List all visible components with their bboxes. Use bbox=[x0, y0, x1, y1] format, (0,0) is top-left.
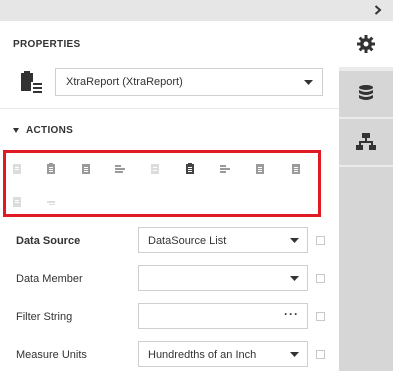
property-row-measure-units: Measure Units Hundredths of an Inch bbox=[0, 337, 339, 371]
filter-string-checkbox[interactable] bbox=[316, 312, 325, 321]
action-page-disabled-icon[interactable] bbox=[148, 162, 162, 176]
panel-top-bar bbox=[0, 0, 393, 21]
report-explorer-tab[interactable] bbox=[339, 119, 393, 165]
chevron-right-icon bbox=[374, 5, 382, 15]
properties-panel: PROPERTIES XtraReport (XtraReport) ACTIO… bbox=[0, 21, 339, 371]
report-icon bbox=[18, 69, 44, 95]
actions-section-toggle[interactable]: ACTIONS bbox=[13, 125, 73, 136]
panel-title: PROPERTIES bbox=[13, 39, 81, 50]
action-clipboard-disabled-icon[interactable] bbox=[10, 162, 24, 176]
hierarchy-icon bbox=[356, 133, 376, 150]
right-rail bbox=[339, 21, 393, 371]
divider bbox=[0, 108, 339, 109]
report-select-value: XtraReport (XtraReport) bbox=[66, 76, 183, 88]
action-clipboard-disabled-icon[interactable] bbox=[10, 195, 24, 209]
collapse-panel-button[interactable] bbox=[371, 3, 385, 17]
chevron-down-icon bbox=[290, 276, 299, 281]
property-label: Filter String bbox=[16, 311, 73, 323]
chevron-down-icon bbox=[304, 80, 313, 85]
database-icon bbox=[359, 85, 373, 100]
action-minus-disabled-icon[interactable] bbox=[44, 195, 58, 209]
actions-header-label: ACTIONS bbox=[26, 125, 74, 136]
data-source-checkbox[interactable] bbox=[316, 236, 325, 245]
data-member-checkbox[interactable] bbox=[316, 274, 325, 283]
caret-down-icon bbox=[13, 128, 19, 133]
action-clipboard-icon[interactable] bbox=[253, 162, 267, 176]
measure-units-value: Hundredths of an Inch bbox=[148, 349, 257, 361]
measure-units-dropdown[interactable]: Hundredths of an Inch bbox=[138, 341, 308, 367]
chevron-down-icon bbox=[290, 352, 299, 357]
data-source-value: DataSource List bbox=[148, 235, 227, 247]
action-align-icon[interactable] bbox=[113, 162, 127, 176]
property-row-data-member: Data Member bbox=[0, 261, 339, 299]
action-clipboard-icon[interactable] bbox=[79, 162, 93, 176]
property-label: Measure Units bbox=[16, 349, 87, 361]
chevron-down-icon bbox=[290, 238, 299, 243]
rail-background bbox=[339, 167, 393, 371]
action-clipboard-icon[interactable] bbox=[289, 162, 303, 176]
property-label: Data Member bbox=[16, 273, 83, 285]
filter-string-field[interactable]: ··· bbox=[138, 303, 308, 329]
action-clipboard-icon[interactable] bbox=[44, 162, 58, 176]
properties-tab[interactable] bbox=[339, 21, 393, 67]
action-clipboard-dark-icon[interactable] bbox=[183, 162, 197, 176]
gear-icon bbox=[357, 35, 375, 53]
measure-units-checkbox[interactable] bbox=[316, 350, 325, 359]
report-select[interactable]: XtraReport (XtraReport) bbox=[55, 68, 323, 96]
property-label: Data Source bbox=[16, 235, 81, 247]
property-row-filter-string: Filter String ··· bbox=[0, 299, 339, 337]
ellipsis-button[interactable]: ··· bbox=[284, 307, 299, 321]
action-align-icon[interactable] bbox=[218, 162, 232, 176]
property-row-data-source: Data Source DataSource List bbox=[0, 223, 339, 261]
field-list-tab[interactable] bbox=[339, 71, 393, 117]
data-source-dropdown[interactable]: DataSource List bbox=[138, 227, 308, 253]
data-member-dropdown[interactable] bbox=[138, 265, 308, 291]
